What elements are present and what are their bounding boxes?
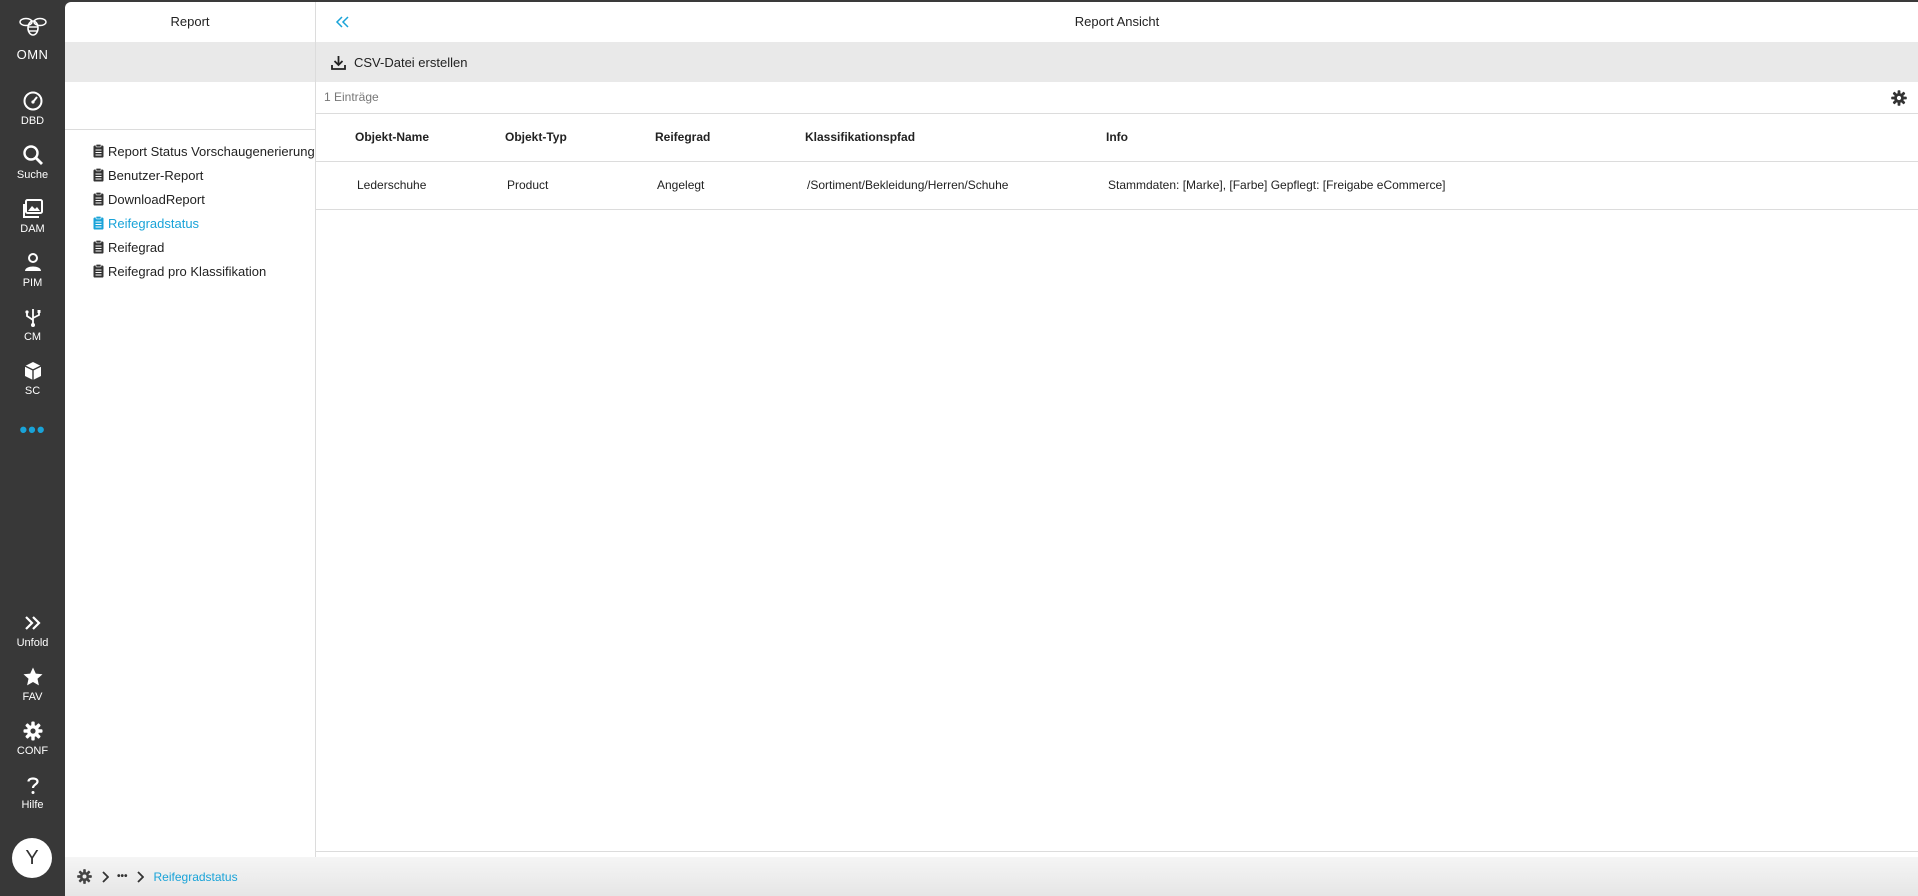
column-header[interactable]: Info [1106,114,1918,162]
search-icon [22,145,43,165]
rail-item-unfold[interactable]: Unfold [0,612,65,649]
report-item-label: DownloadReport [108,191,205,207]
cube-icon [24,362,41,380]
images-icon [22,199,43,218]
table-cell: Product [505,161,655,210]
table-cell: Angelegt [655,161,805,210]
usb-icon [24,309,40,327]
omn-logo[interactable]: OMN [0,14,65,62]
report-view-panel: Report Ansicht CSV-Datei erstellen 1 Ein… [316,2,1918,857]
tree-panel-title: Report [170,14,210,29]
rail-label: DBD [20,115,45,127]
rail-item-conf[interactable]: CONF [0,720,65,757]
report-list: Report Status Vorschaugenerierung Benutz… [65,129,316,283]
column-header[interactable]: Objekt-Name [355,114,505,162]
clipboard-icon [93,192,104,206]
gear-icon [23,721,42,741]
rail-item-suche[interactable]: Suche [0,144,65,181]
report-item-selected[interactable]: Reifegradstatus [65,211,316,235]
breadcrumb-ellipsis[interactable]: ••• [117,871,128,882]
rail-label: DAM [20,223,45,235]
entry-count: 1 Einträge [324,90,379,104]
clipboard-icon [93,216,104,230]
create-csv-label: CSV-Datei erstellen [354,54,468,70]
rail-item-hilfe[interactable]: Hilfe [0,774,65,811]
report-item-label: Benutzer-Report [108,167,204,183]
rail-label: SC [24,385,41,397]
double-chevron-right-icon [24,616,41,630]
report-table: Objekt-Name Objekt-Typ Reifegrad Klassif… [316,114,1918,210]
report-tree-panel: Report Report Status Vorschaugenerierung… [65,2,316,857]
gear-icon[interactable] [1890,89,1908,107]
report-item-label: Reifegradstatus [108,215,200,231]
divider [316,851,1918,852]
rail-label: Suche [16,169,49,181]
report-item-label: Report Status Vorschaugenerierung [108,143,315,159]
report-item[interactable]: DownloadReport [65,187,316,211]
column-header[interactable]: Reifegrad [655,114,805,162]
tree-panel-toolbar [65,42,315,82]
report-view-header: Report Ansicht [316,2,1918,42]
question-icon [26,777,39,794]
download-icon [331,55,346,70]
rail-label: FAV [22,691,43,703]
chevron-right-icon [136,870,144,883]
row-spacer [316,161,355,210]
report-item[interactable]: Report Status Vorschaugenerierung [65,139,316,163]
breadcrumb: ••• Reifegradstatus [65,857,1918,896]
more-apps-button[interactable]: ••• [0,419,65,441]
create-csv-button[interactable]: CSV-Datei erstellen [331,55,467,70]
rail-label: Hilfe [21,799,44,811]
report-toolbar: CSV-Datei erstellen [316,42,1918,82]
table-cell: Lederschuhe [355,161,505,210]
rail-label: CM [23,331,42,343]
table-row[interactable]: Lederschuhe Product Angelegt /Sortiment/… [316,161,1918,210]
rail-item-cm[interactable]: CM [0,306,65,343]
rail-item-dbd[interactable]: DBD [0,90,65,127]
clipboard-icon [93,144,104,158]
report-item[interactable]: Benutzer-Report [65,163,316,187]
table-header-spacer [316,114,355,162]
double-chevron-left-icon[interactable] [334,14,352,30]
breadcrumb-current[interactable]: Reifegradstatus [154,870,238,884]
rail-label: Unfold [16,637,49,649]
chevron-right-icon [102,870,109,883]
report-item[interactable]: Reifegrad pro Klassifikation [65,259,316,283]
report-item-label: Reifegrad [108,239,165,255]
rail-item-pim[interactable]: PIM [0,252,65,289]
rail-item-sc[interactable]: SC [0,360,65,397]
entry-count-bar: 1 Einträge [316,82,1918,114]
bee-logo-icon [18,17,47,36]
star-icon [23,667,42,686]
table-cell: Stammdaten: [Marke], [Farbe] Gepflegt: [… [1106,161,1918,210]
clipboard-icon [93,168,104,182]
rail-label: CONF [16,745,49,757]
report-item-label: Reifegrad pro Klassifikation [108,263,267,279]
user-avatar[interactable]: Y [12,838,52,878]
column-header[interactable]: Klassifikationspfad [805,114,1106,162]
clipboard-icon [93,264,104,278]
app-rail: OMN DBD Suche DAM PIM CM SC ••• Unfold F… [0,0,65,896]
gauge-icon [23,91,42,111]
table-header-row: Objekt-Name Objekt-Typ Reifegrad Klassif… [316,114,1918,162]
column-header[interactable]: Objekt-Typ [505,114,655,162]
module-gear-icon[interactable] [76,868,93,885]
rail-item-fav[interactable]: FAV [0,666,65,703]
table-cell: /Sortiment/Bekleidung/Herren/Schuhe [805,161,1106,210]
rail-item-dam[interactable]: DAM [0,198,65,235]
rail-label: PIM [22,277,43,289]
report-item[interactable]: Reifegrad [65,235,316,259]
logo-text: OMN [16,47,49,62]
clipboard-icon [93,240,104,254]
report-view-title: Report Ansicht [1074,14,1160,29]
content-shell: Report Report Status Vorschaugenerierung… [65,2,1918,896]
user-cog-icon [24,253,41,271]
